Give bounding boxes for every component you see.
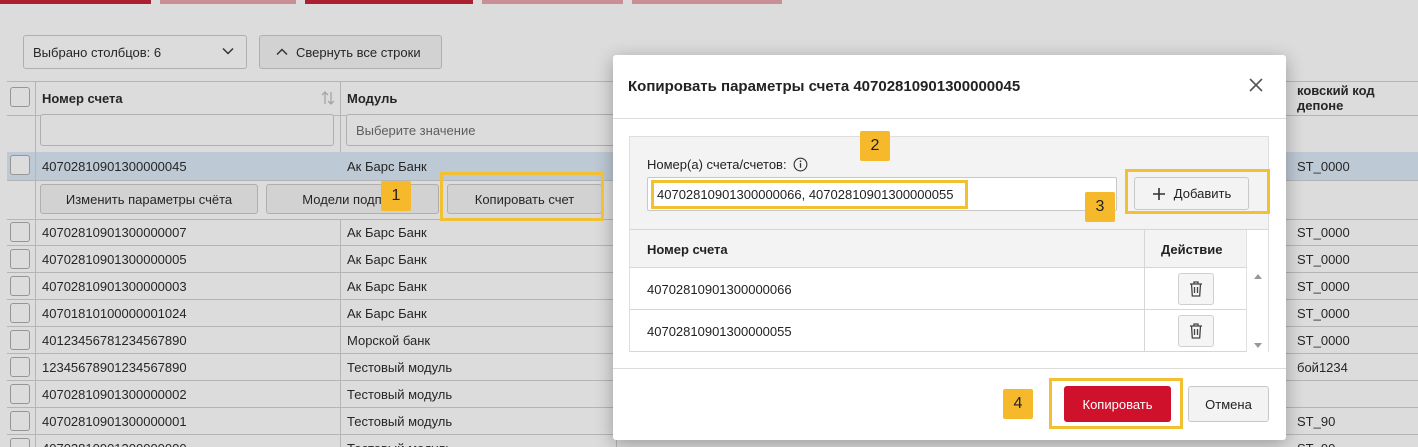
cancel-button-label: Отмена xyxy=(1205,396,1252,412)
col-account-header: Номер счета xyxy=(647,242,728,257)
col-action-header: Действие xyxy=(1161,242,1223,257)
callout-badge-3: 3 xyxy=(1085,192,1115,222)
accounts-table: Номер счета Действие 4070281090130000006… xyxy=(630,229,1268,352)
row-account-number: 40702810901300000066 xyxy=(647,282,792,297)
delete-button[interactable] xyxy=(1178,273,1214,305)
dialog-header-divider xyxy=(613,118,1286,119)
table-row: 40702810901300000066 xyxy=(630,268,1246,310)
highlight-add-button xyxy=(1125,169,1270,214)
cancel-button[interactable]: Отмена xyxy=(1188,386,1269,422)
delete-button[interactable] xyxy=(1178,315,1214,347)
callout-badge-2: 2 xyxy=(860,131,890,161)
accounts-field-label-wrap: Номер(а) счета/счетов: xyxy=(647,157,808,172)
copy-params-dialog: Копировать параметры счета 4070281090130… xyxy=(613,55,1286,440)
info-icon[interactable] xyxy=(793,157,808,172)
highlight-copy-button xyxy=(1049,378,1183,429)
table-column-divider xyxy=(1144,230,1145,352)
callout-badge-1: 1 xyxy=(381,181,411,211)
trash-icon xyxy=(1190,281,1202,297)
trash-icon xyxy=(1190,323,1202,339)
callout-badge-4: 4 xyxy=(1003,389,1033,419)
close-icon[interactable] xyxy=(1248,77,1264,93)
dialog-title: Копировать параметры счета 4070281090130… xyxy=(628,78,1021,95)
scroll-up-icon[interactable] xyxy=(1253,272,1263,280)
accounts-table-header: Номер счета Действие xyxy=(630,230,1246,268)
highlight-accounts-input xyxy=(651,180,968,209)
table-row: 40702810901300000055 xyxy=(630,310,1246,352)
highlight-copy-account xyxy=(440,172,604,221)
dialog-footer-divider xyxy=(613,368,1286,369)
table-scrollbar[interactable] xyxy=(1246,230,1268,352)
scroll-down-icon[interactable] xyxy=(1253,342,1263,350)
accounts-field-label: Номер(а) счета/счетов: xyxy=(647,157,787,172)
row-account-number: 40702810901300000055 xyxy=(647,324,792,339)
